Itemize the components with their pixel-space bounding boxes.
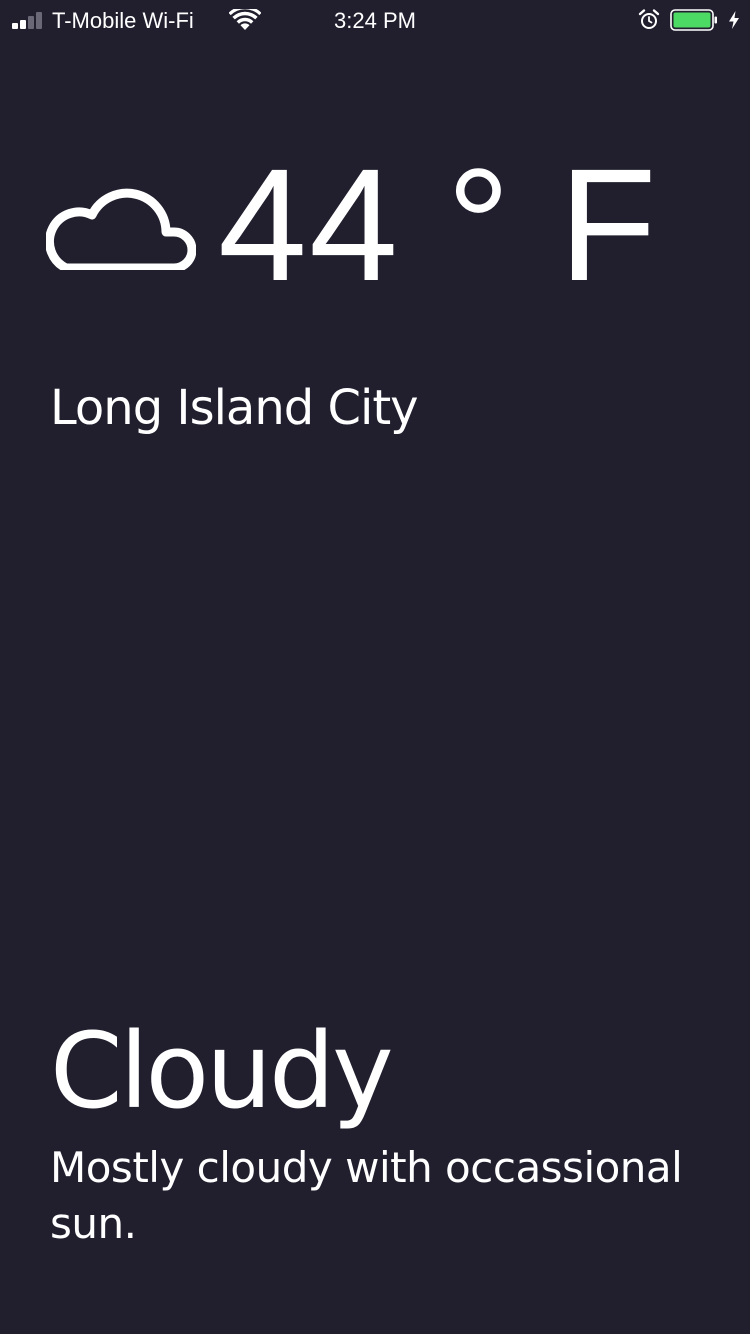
city-name: Long Island City <box>50 380 419 436</box>
temperature: 44 ° F <box>218 135 659 314</box>
status-bar: T-Mobile Wi-Fi 3:24 PM <box>0 0 750 40</box>
alarm-icon <box>638 9 660 29</box>
weather-screen: T-Mobile Wi-Fi 3:24 PM 44 ° F Long Islan… <box>0 0 750 1334</box>
battery-icon <box>670 9 717 31</box>
weather-description: Mostly cloudy with occassional sun. <box>50 1143 683 1248</box>
cloud-icon <box>46 188 196 270</box>
weather-condition: Cloudy <box>50 1010 394 1132</box>
charging-bolt-icon <box>729 11 739 29</box>
